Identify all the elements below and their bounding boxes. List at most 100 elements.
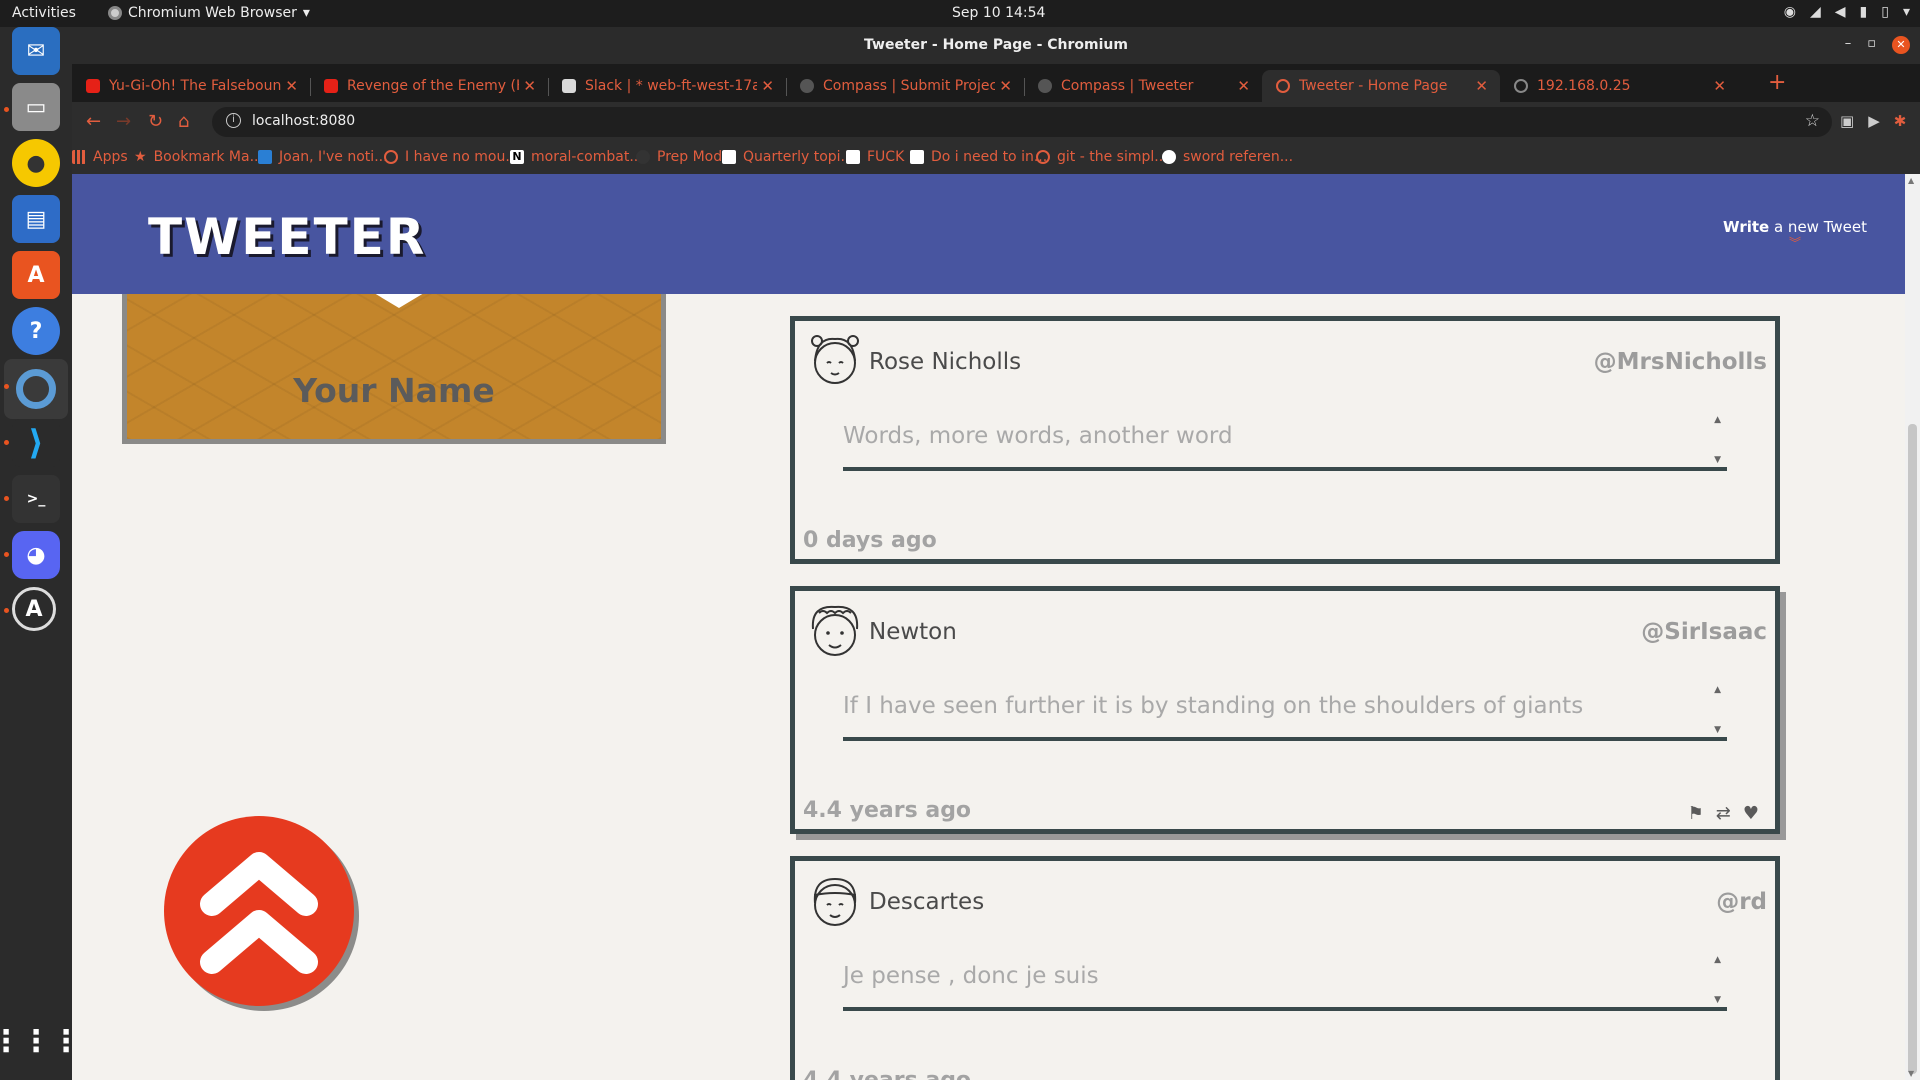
- volume-icon[interactable]: ◀: [1835, 4, 1846, 20]
- tab-slack[interactable]: Slack | * web-ft-west-17au ✕: [548, 70, 786, 102]
- discord-icon[interactable]: ◕: [12, 531, 60, 579]
- bookmark-sword[interactable]: sword referen...: [1162, 149, 1293, 165]
- scroll-up-arrow-icon[interactable]: ▲: [1714, 955, 1721, 965]
- bookmark-label: Apps: [93, 149, 128, 165]
- bookmark-no-mouth[interactable]: I have no mou...: [384, 149, 519, 165]
- scroll-down-arrow-icon[interactable]: ▼: [1714, 995, 1721, 1005]
- chromium-dock-icon[interactable]: [4, 359, 68, 419]
- new-tab-button[interactable]: +: [1768, 70, 1786, 95]
- vscode-icon[interactable]: ⟩: [12, 419, 60, 467]
- show-applications-icon[interactable]: ⋮⋮⋮: [0, 1017, 81, 1065]
- extensions-puzzle-icon[interactable]: ✱: [1894, 112, 1907, 130]
- scrollbar-thumb[interactable]: [1908, 424, 1917, 1074]
- wifi-icon[interactable]: ◢: [1810, 4, 1821, 20]
- bookmark-label: Prep Mod: [657, 149, 723, 165]
- discord-tray-icon[interactable]: ◉: [1784, 4, 1796, 20]
- rhythmbox-icon[interactable]: ●: [12, 139, 60, 187]
- bookmark-quarterly[interactable]: Quarterly topi...: [722, 149, 854, 165]
- bookmark-do-i-need[interactable]: Do i need to in...: [910, 149, 1047, 165]
- tweet-text: If I have seen further it is by standing…: [843, 693, 1584, 719]
- extension-play-icon[interactable]: ▶: [1868, 112, 1880, 130]
- bookmark-star-icon[interactable]: ☆: [1805, 111, 1820, 131]
- thunderbird-icon[interactable]: ✉: [12, 27, 60, 75]
- flag-icon[interactable]: ⚑: [1688, 803, 1704, 824]
- close-tab-icon[interactable]: ✕: [285, 77, 298, 95]
- bookmark-apps[interactable]: Apps: [72, 149, 128, 165]
- close-tab-icon[interactable]: ✕: [1713, 77, 1726, 95]
- bookmark-joan[interactable]: Joan, I've noti...: [258, 149, 388, 165]
- libreoffice-writer-icon[interactable]: ▤: [12, 195, 60, 243]
- bookmark-prep-mod[interactable]: Prep Mod: [636, 149, 722, 165]
- scroll-down-arrow-icon[interactable]: ▼: [1908, 1069, 1914, 1078]
- close-tab-icon[interactable]: ✕: [761, 77, 774, 95]
- close-tab-icon[interactable]: ✕: [1475, 77, 1488, 95]
- compose-tweet-toggle[interactable]: Write a new Tweet ︾: [1723, 218, 1867, 251]
- tab-label: Revenge of the Enemy (Ki: [347, 78, 519, 94]
- ubuntu-software-icon[interactable]: A: [12, 251, 60, 299]
- maximize-button[interactable]: ▫: [1867, 36, 1876, 54]
- bookmark-label: Bookmark Ma...: [153, 149, 263, 165]
- reload-button[interactable]: ↻: [148, 111, 163, 132]
- files-icon[interactable]: ▭: [12, 83, 60, 131]
- address-url[interactable]: localhost:8080: [252, 113, 355, 129]
- close-tab-icon[interactable]: ✕: [999, 77, 1012, 95]
- activities-button[interactable]: Activities: [12, 5, 76, 21]
- close-window-button[interactable]: ✕: [1892, 36, 1910, 54]
- power-menu-icon[interactable]: ▾: [1903, 4, 1910, 20]
- home-button[interactable]: ⌂: [178, 111, 189, 132]
- page-scrollbar[interactable]: ▲ ▼: [1905, 174, 1920, 1080]
- tab-ip-address[interactable]: 192.168.0.25 ✕: [1500, 70, 1738, 102]
- compass-icon: [1038, 79, 1052, 93]
- bookmark-moral-combat[interactable]: Nmoral-combat...: [510, 149, 643, 165]
- tab-compass-submit[interactable]: Compass | Submit Project ✕: [786, 70, 1024, 102]
- app-menu[interactable]: Chromium Web Browser ▾: [108, 5, 310, 21]
- tweet-user-handle: @MrsNicholls: [1593, 349, 1767, 375]
- tweet-content: If I have seen further it is by standing…: [843, 681, 1727, 741]
- retweet-icon[interactable]: ⇄: [1716, 803, 1731, 824]
- extension-icon[interactable]: ▣: [1840, 112, 1854, 130]
- minimize-button[interactable]: –: [1845, 36, 1852, 54]
- title-bar: Tweeter - Home Page - Chromium – ▫ ✕: [72, 27, 1920, 64]
- scroll-to-top-button[interactable]: [164, 816, 354, 1006]
- tab-compass-tweeter[interactable]: Compass | Tweeter ✕: [1024, 70, 1262, 102]
- tab-yugioh[interactable]: Yu-Gi-Oh! The Falsebound ✕: [72, 70, 310, 102]
- terminal-icon[interactable]: >_: [12, 475, 60, 523]
- web-page: Your Name TWEETER Write a new Tweet ︾ Ro…: [72, 174, 1920, 1080]
- doc-icon: [722, 150, 736, 164]
- site-info-icon[interactable]: i: [226, 113, 241, 128]
- address-bar[interactable]: i localhost:8080 ☆: [212, 107, 1832, 137]
- forward-button[interactable]: →: [116, 111, 131, 132]
- system-tray[interactable]: ◉ ◢ ◀ ▮ ▯ ▾: [1784, 4, 1910, 20]
- tweet-actions: ⚑ ⇄ ♥: [1688, 803, 1759, 824]
- battery-icon[interactable]: ▯: [1881, 4, 1889, 20]
- help-icon[interactable]: ?: [12, 307, 60, 355]
- running-indicator: [4, 440, 9, 445]
- bookmark-git[interactable]: git - the simpl...: [1036, 149, 1168, 165]
- back-button[interactable]: ←: [86, 111, 101, 132]
- tab-tweeter-home[interactable]: Tweeter - Home Page ✕: [1262, 70, 1500, 102]
- scroll-up-arrow-icon[interactable]: ▲: [1714, 685, 1721, 695]
- heart-icon[interactable]: ♥: [1743, 803, 1759, 824]
- scroll-down-arrow-icon[interactable]: ▼: [1714, 455, 1721, 465]
- tab-revenge[interactable]: Revenge of the Enemy (Ki ✕: [310, 70, 548, 102]
- close-tab-icon[interactable]: ✕: [523, 77, 536, 95]
- avatar-man-curly-hair-icon: [811, 605, 859, 656]
- bookmark-label: git - the simpl...: [1057, 149, 1168, 165]
- software-updater-icon[interactable]: A: [12, 587, 56, 631]
- globe-icon: [1276, 79, 1290, 93]
- scroll-up-arrow-icon[interactable]: ▲: [1714, 415, 1721, 425]
- extensions-area: ▣ ▶ ✱ ≣ ⌇ ⋮: [1840, 112, 1920, 130]
- site-logo[interactable]: TWEETER: [148, 208, 426, 266]
- close-tab-icon[interactable]: ✕: [1237, 77, 1250, 95]
- scroll-up-arrow-icon[interactable]: ▲: [1908, 176, 1914, 185]
- clock[interactable]: Sep 10 14:54: [952, 5, 1045, 21]
- bookmark-fuck[interactable]: FUCK: [846, 149, 904, 165]
- bookmark-manager[interactable]: ★ Bookmark Ma...: [134, 149, 263, 165]
- youtube-icon: [86, 79, 100, 93]
- compass-icon: [800, 79, 814, 93]
- scroll-down-arrow-icon[interactable]: ▼: [1714, 725, 1721, 735]
- microphone-icon[interactable]: ▮: [1860, 4, 1868, 20]
- app-menu-label: Chromium Web Browser: [128, 5, 297, 21]
- doc-icon: [846, 150, 860, 164]
- apps-grid-icon: [72, 150, 86, 164]
